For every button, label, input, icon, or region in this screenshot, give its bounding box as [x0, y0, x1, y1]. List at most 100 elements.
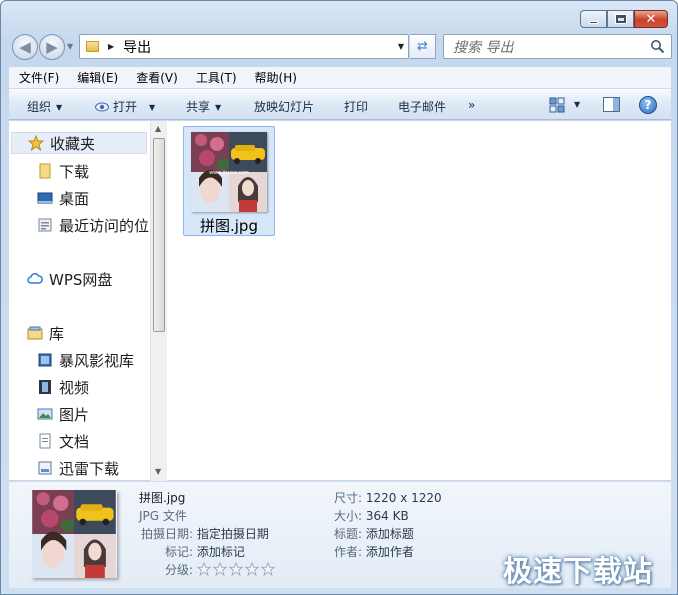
star-icon	[28, 135, 44, 151]
navigation-pane: 收藏夹 下载 桌面 最近访问的位 WPS网盘 库 暴风影视库 视频 图片 文档 …	[9, 121, 149, 481]
maximize-icon	[614, 14, 627, 24]
sidebar-item-desktop[interactable]: 桌面	[37, 187, 89, 209]
back-arrow-icon: ◀	[19, 38, 31, 56]
forward-button[interactable]: ▶	[39, 34, 65, 60]
details-tags-value[interactable]: 添加标记	[197, 545, 245, 559]
file-name: 拼图.jpg	[200, 217, 258, 235]
command-bar: 组织 ▼ 打开 ▼ 共享 ▼ 放映幻灯片 打印 电子邮件 » ▼ ?	[9, 89, 671, 120]
sidebar-item-favorites[interactable]: 收藏夹	[11, 132, 147, 154]
sidebar-item-label: 库	[49, 324, 65, 343]
details-title-label: 标题:	[334, 527, 363, 541]
explorer-window: ✕ ◀ ▶ ▼ ▶ 导出 ▼ ⇄ 搜索 导出 文件(F) 编辑(E) 查看(V)…	[0, 0, 678, 595]
sidebar-item-label: 视频	[59, 378, 90, 397]
sidebar-item-label: 迅雷下载	[59, 459, 120, 478]
refresh-icon: ⇄	[417, 39, 428, 54]
address-dropdown-icon[interactable]: ▼	[398, 42, 404, 51]
details-date-row: 拍摄日期: 指定拍摄日期	[141, 525, 269, 542]
star-icon[interactable]	[196, 562, 211, 576]
search-icon[interactable]	[650, 39, 665, 54]
details-file-name: 拼图.jpg	[139, 491, 186, 505]
sidebar-item-label: 下载	[59, 162, 90, 181]
details-size-value: 364 KB	[365, 509, 409, 523]
chevron-down-icon: ▼	[149, 103, 156, 112]
menu-help[interactable]: 帮助(H)	[246, 69, 306, 86]
view-options-icon[interactable]	[549, 97, 565, 113]
file-item[interactable]: www.jisuxz.com 拼图.jpg	[183, 126, 275, 236]
sidebar-item-videos[interactable]: 视频	[37, 376, 89, 398]
recent-pages-dropdown[interactable]: ▼	[67, 42, 73, 51]
details-author-value[interactable]: 添加作者	[366, 545, 414, 559]
scroll-up-icon[interactable]: ▲	[155, 124, 161, 133]
organize-button[interactable]: 组织 ▼	[27, 98, 62, 115]
chevron-down-icon: ▼	[56, 103, 63, 112]
scroll-down-icon[interactable]: ▼	[155, 467, 161, 476]
rating-stars[interactable]	[196, 562, 275, 576]
open-button[interactable]: 打开 ▼	[95, 98, 155, 115]
details-title-value[interactable]: 添加标题	[366, 527, 414, 541]
search-input[interactable]: 搜索 导出	[443, 34, 672, 59]
sidebar-item-documents[interactable]: 文档	[37, 430, 89, 452]
search-placeholder: 搜索 导出	[453, 39, 514, 56]
details-author-label: 作者:	[334, 545, 363, 559]
breadcrumb-separator-icon[interactable]: ▶	[108, 42, 114, 51]
help-icon[interactable]: ?	[639, 96, 657, 114]
menu-bar: 文件(F) 编辑(E) 查看(V) 工具(T) 帮助(H)	[9, 67, 671, 88]
sidebar-item-recent[interactable]: 最近访问的位	[37, 214, 149, 236]
email-button[interactable]: 电子邮件	[398, 98, 446, 115]
scrollbar-thumb[interactable]	[153, 138, 165, 332]
organize-label: 组织	[27, 100, 52, 114]
address-bar[interactable]: ▶ 导出 ▼	[79, 34, 409, 59]
view-dropdown-icon[interactable]: ▼	[574, 100, 580, 109]
svg-text:www.jisuxz.com: www.jisuxz.com	[209, 170, 249, 176]
open-label: 打开	[113, 100, 138, 114]
sidebar-item-thunder-downloads[interactable]: 迅雷下载	[37, 457, 119, 479]
menu-view[interactable]: 查看(V)	[127, 69, 187, 86]
sidebar-item-label: 文档	[59, 432, 90, 451]
refresh-button[interactable]: ⇄	[410, 34, 436, 59]
navigation-row: ◀ ▶ ▼ ▶ 导出 ▼ ⇄ 搜索 导出	[1, 31, 677, 63]
print-button[interactable]: 打印	[344, 98, 368, 115]
minimize-icon	[589, 20, 598, 24]
address-path[interactable]: 导出	[123, 37, 151, 57]
star-icon[interactable]	[244, 562, 259, 576]
details-dimensions-row: 尺寸: 1220 x 1220	[334, 489, 442, 506]
sidebar-item-library[interactable]: 库	[27, 322, 64, 344]
sidebar-scrollbar[interactable]: ▲ ▼	[150, 121, 167, 481]
watermark-logo: 极速下载站	[503, 554, 654, 588]
menu-edit[interactable]: 编辑(E)	[68, 69, 127, 86]
eye-icon	[95, 102, 109, 112]
sidebar-item-pictures[interactable]: 图片	[37, 403, 89, 425]
star-icon[interactable]	[228, 562, 243, 576]
sidebar-item-label: 桌面	[59, 189, 90, 208]
more-commands-button[interactable]: »	[468, 98, 475, 112]
folder-icon	[39, 163, 51, 179]
sidebar-item-downloads[interactable]: 下载	[37, 160, 89, 182]
image-thumbnail: www.jisuxz.com	[191, 132, 267, 212]
star-icon[interactable]	[260, 562, 275, 576]
document-icon	[39, 433, 51, 449]
details-tags-label: 标记:	[165, 545, 194, 559]
share-button[interactable]: 共享 ▼	[186, 98, 221, 115]
slideshow-button[interactable]: 放映幻灯片	[254, 98, 314, 115]
download-library-icon	[38, 461, 52, 475]
recent-places-icon	[38, 218, 52, 232]
details-date-value[interactable]: 指定拍摄日期	[197, 527, 269, 541]
maximize-button[interactable]	[607, 10, 634, 28]
minimize-button[interactable]	[580, 10, 607, 28]
menu-tools[interactable]: 工具(T)	[187, 69, 246, 86]
sidebar-item-label: 图片	[59, 405, 90, 424]
cloud-icon	[27, 273, 43, 284]
sidebar-item-storm-library[interactable]: 暴风影视库	[37, 349, 134, 371]
details-rating-row: 分级:	[165, 561, 275, 578]
folder-icon	[86, 41, 99, 52]
share-label: 共享	[186, 100, 211, 114]
close-button[interactable]: ✕	[634, 10, 668, 28]
desktop-icon	[37, 192, 53, 204]
details-dimensions-value: 1220 x 1220	[365, 491, 442, 505]
star-icon[interactable]	[212, 562, 227, 576]
sidebar-item-wps[interactable]: WPS网盘	[27, 268, 112, 290]
preview-pane-icon[interactable]	[603, 97, 620, 112]
sidebar-item-label: 最近访问的位	[59, 216, 149, 235]
back-button[interactable]: ◀	[12, 34, 38, 60]
menu-file[interactable]: 文件(F)	[9, 69, 68, 86]
